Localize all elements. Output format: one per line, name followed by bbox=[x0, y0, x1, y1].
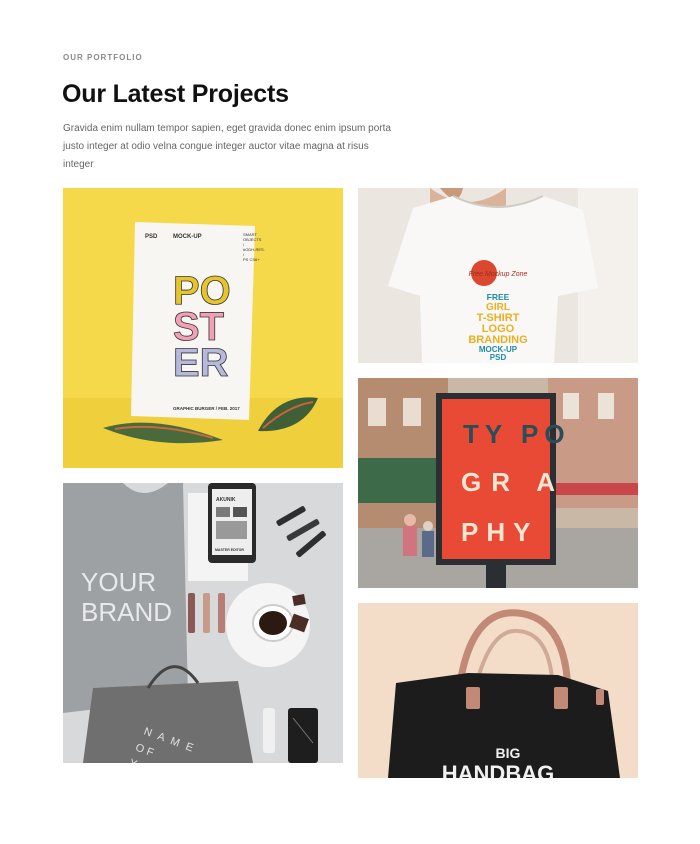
tshirt-logo-text: Free Mockup Zone bbox=[469, 271, 528, 278]
poster-letters: ER bbox=[173, 341, 229, 385]
section-description: Gravida enim nullam tempor sapien, eget … bbox=[63, 123, 391, 170]
poster-spec-line: PS CS6+ bbox=[243, 257, 260, 262]
portfolio-item-handbag[interactable]: BIG HANDBAG bbox=[358, 603, 638, 778]
portfolio-item-brand[interactable]: YOUR BRAND AKUNIK MASTER EDITOR N A M E … bbox=[63, 483, 343, 763]
typography-line: GR A bbox=[461, 467, 565, 497]
tshirt-line: PSD bbox=[490, 353, 507, 362]
portfolio-item-poster[interactable]: PSD MOCK-UP SMART OBJECTS / #ODH-RES. / … bbox=[63, 188, 343, 468]
poster-mockup-label: MOCK-UP bbox=[173, 234, 202, 240]
handbag-line: HANDBAG bbox=[442, 761, 554, 778]
tablet-text: MASTER EDITOR bbox=[215, 548, 244, 552]
tshirt-mockup-image: Free Mockup Zone FREE GIRL T-SHIRT LOGO … bbox=[358, 188, 638, 363]
portfolio-item-tshirt[interactable]: Free Mockup Zone FREE GIRL T-SHIRT LOGO … bbox=[358, 188, 638, 363]
portfolio-item-typography[interactable]: TY PO GR A PHY bbox=[358, 378, 638, 588]
typography-line: TY PO bbox=[463, 419, 571, 449]
poster-psd-label: PSD bbox=[145, 234, 158, 240]
section-eyebrow: OUR PORTFOLIO bbox=[63, 53, 143, 62]
brand-flatlay-image: YOUR BRAND AKUNIK MASTER EDITOR N A M E … bbox=[63, 483, 343, 763]
poster-mockup-image: PSD MOCK-UP SMART OBJECTS / #ODH-RES. / … bbox=[63, 188, 343, 468]
brand-shirt-text: BRAND bbox=[81, 597, 172, 627]
tshirt-line: FREE bbox=[487, 292, 510, 302]
section-title: Our Latest Projects bbox=[62, 80, 289, 108]
typography-line: PHY bbox=[461, 517, 538, 547]
brand-shirt-text: YOUR bbox=[81, 567, 156, 597]
poster-spec-line: OBJECTS bbox=[243, 237, 262, 242]
handbag-line: BIG bbox=[496, 745, 521, 761]
poster-spec-line: #ODH-RES. bbox=[243, 247, 265, 252]
tablet-text: AKUNIK bbox=[216, 497, 236, 503]
typography-billboard-image: TY PO GR A PHY bbox=[358, 378, 638, 588]
handbag-mockup-image: BIG HANDBAG bbox=[358, 603, 638, 778]
poster-footer: GRAPHIC BURGER / FEB. 2017 bbox=[173, 406, 240, 411]
